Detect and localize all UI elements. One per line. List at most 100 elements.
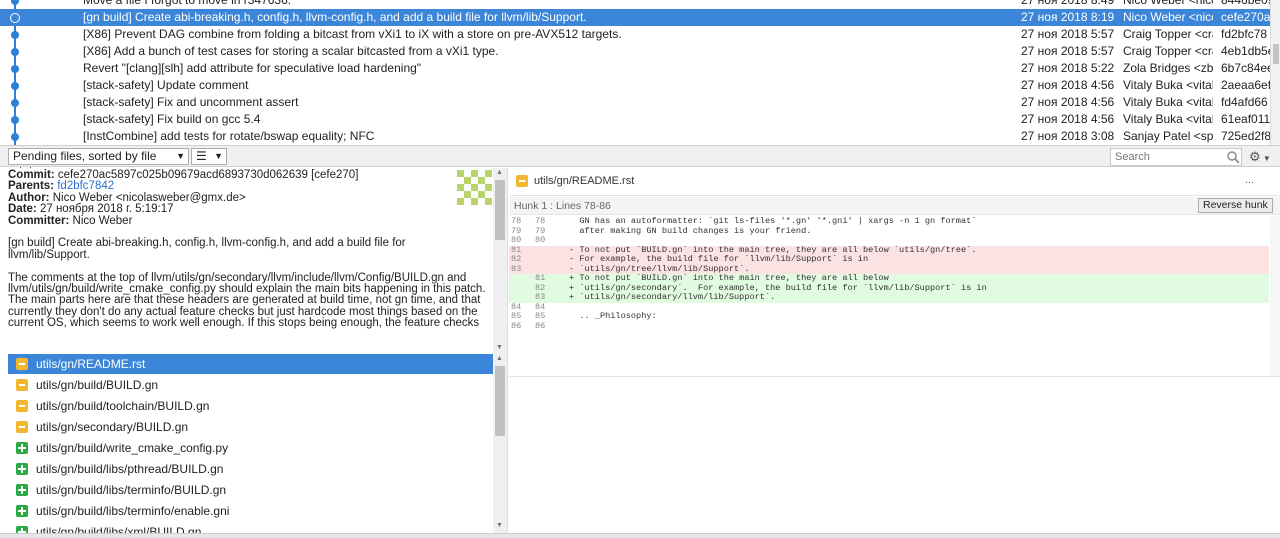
commit-graph-node <box>0 9 30 26</box>
commit-label: Commit: <box>8 169 55 181</box>
file-row[interactable]: utils/gn/build/libs/terminfo/enable.gni <box>8 501 493 521</box>
gear-icon: ⚙ <box>1249 149 1261 164</box>
file-name: utils/gn/README.rst <box>36 357 146 371</box>
file-row[interactable]: utils/gn/build/libs/terminfo/BUILD.gn <box>8 480 493 500</box>
commit-author: Sanjay Patel <spat <box>1123 129 1213 143</box>
file-row[interactable]: utils/gn/build/libs/pthread/BUILD.gn <box>8 459 493 479</box>
commit-message: [InstCombine] add tests for rotate/bswap… <box>83 129 375 143</box>
search-input[interactable] <box>1110 148 1242 166</box>
file-name: utils/gn/build/toolchain/BUILD.gn <box>36 399 210 413</box>
commit-row[interactable]: Revert "[clang][slh] add attribute for s… <box>0 60 1271 77</box>
commit-row[interactable]: [InstCombine] add tests for rotate/bswap… <box>0 128 1271 145</box>
files-scrollbar[interactable]: ▲ ▼ <box>493 354 507 538</box>
commit-date: 27 ноя 2018 4:56 <box>1021 78 1115 92</box>
commit-graph-node <box>0 111 30 128</box>
commit-graph-node <box>0 60 30 77</box>
commit-row[interactable]: [gn build] Create abi-breaking.h, config… <box>0 9 1270 26</box>
commit-log[interactable]: Move a file I forgot to move in r347636.… <box>0 0 1280 145</box>
commit-row[interactable]: [stack-safety] Update comment 27 ноя 2018… <box>0 77 1271 94</box>
commit-message: [stack-safety] Update comment <box>83 78 249 92</box>
commit-message: Move a file I forgot to move in r347636. <box>83 0 292 7</box>
committer-value: Nico Weber <box>72 214 133 227</box>
commit-dot-icon <box>11 116 19 124</box>
diff-line: 83 + `utils/gn/secondary/llvm/lib/Support… <box>509 292 1269 303</box>
diff-line: 85 85 .. _Philosophy: <box>509 311 1269 322</box>
commit-graph-node <box>0 94 30 111</box>
details-scrollbar[interactable]: ▲ ▼ <box>493 168 507 354</box>
commit-author: Craig Topper <crai <box>1123 27 1213 41</box>
commit-message: Revert "[clang][slh] add attribute for s… <box>83 61 422 75</box>
scroll-down-icon[interactable]: ▼ <box>496 522 503 529</box>
diff-line: 86 86 <box>509 321 1269 332</box>
file-row[interactable]: utils/gn/build/toolchain/BUILD.gn <box>8 396 493 416</box>
scrollbar-thumb[interactable] <box>1273 44 1279 64</box>
commit-message: [gn build] Create abi-breaking.h, config… <box>83 10 587 24</box>
settings-button[interactable]: ⚙ ▼ <box>1249 149 1275 165</box>
committer-label: Committer: <box>8 214 70 227</box>
added-file-icon <box>16 505 28 517</box>
changed-files-list[interactable]: utils/gn/README.rst utils/gn/build/BUILD.… <box>0 354 508 538</box>
hunk-header: Hunk 1 : Lines 78-86 Reverse hunk <box>509 197 1280 215</box>
file-row[interactable]: utils/gn/build/write_cmake_config.py <box>8 438 493 458</box>
commit-hash: 61eaf011 <box>1221 112 1271 126</box>
scroll-up-icon[interactable]: ▲ <box>496 169 503 176</box>
date-value: 27 ноября 2018 г. 5:19:17 <box>39 203 174 216</box>
file-row[interactable]: utils/gn/README.rst <box>8 354 493 374</box>
commit-hash: 2aeaa6ef <box>1221 78 1271 92</box>
commit-date: 27 ноя 2018 5:57 <box>1021 44 1115 58</box>
chevron-down-icon: ▼ <box>214 151 223 161</box>
diff-code: .. _Philosophy: <box>569 311 657 321</box>
diff-scrollbar[interactable] <box>1270 216 1280 376</box>
scroll-up-icon[interactable]: ▲ <box>496 355 503 362</box>
commit-date: 27 ноя 2018 5:22 <box>1021 61 1115 75</box>
commit-hash: 6b7c84ee <box>1221 61 1271 75</box>
commit-author: Vitaly Buka <vitaly <box>1123 112 1213 126</box>
modified-file-icon <box>16 358 28 370</box>
file-name: utils/gn/build/libs/pthread/BUILD.gn <box>36 462 224 476</box>
commit-row[interactable]: [X86] Add a bunch of test cases for stor… <box>0 43 1271 60</box>
diff-code: + `utils/gn/secondary/llvm/lib/Support`. <box>569 292 776 302</box>
old-line-number: 83 <box>511 263 522 274</box>
commit-dot-icon <box>11 133 19 141</box>
author-label: Author: <box>8 191 50 204</box>
commit-body: The comments at the top of llvm/utils/gn… <box>8 271 486 330</box>
commit-hash: fd4afd66 <box>1221 95 1268 109</box>
commit-author: Vitaly Buka <vitaly <box>1123 95 1213 109</box>
modified-file-icon <box>16 421 28 433</box>
hunk-title: Hunk 1 : Lines 78-86 <box>514 200 611 212</box>
file-name: utils/gn/build/libs/terminfo/BUILD.gn <box>36 483 227 497</box>
file-row[interactable]: utils/gn/secondary/BUILD.gn <box>8 417 493 437</box>
scrollbar-thumb[interactable] <box>495 180 505 240</box>
scrollbar-thumb[interactable] <box>495 366 505 436</box>
commit-row[interactable]: [stack-safety] Fix and uncomment assert 2… <box>0 94 1270 111</box>
diff-viewer: utils/gn/README.rst ... Hunk 1 : Lines 7… <box>509 168 1280 538</box>
file-name: utils/gn/build/write_cmake_config.py <box>36 441 229 455</box>
file-name: utils/gn/secondary/BUILD.gn <box>36 420 189 434</box>
commit-details-panel: Commit: cefe270ac5897c025b09679acd689373… <box>0 168 508 354</box>
view-mode-dropdown[interactable]: ☰ ▼ <box>191 148 227 165</box>
commit-date: 27 ноя 2018 4:56 <box>1021 95 1115 109</box>
commit-details: Commit: cefe270ac5897c025b09679acd689373… <box>8 169 490 330</box>
added-file-icon <box>16 484 28 496</box>
commit-hash: cefe270ac5897c025b09679acd6893730d062639… <box>57 169 359 181</box>
diff-more-button[interactable]: ... <box>1245 174 1254 186</box>
commit-row[interactable]: [stack-safety] Fix build on gcc 5.4 27 но… <box>0 111 1270 128</box>
commit-graph-node <box>0 0 30 9</box>
commit-author: Craig Topper <crai <box>1123 44 1213 58</box>
added-file-icon <box>16 463 28 475</box>
commit-row[interactable]: [X86] Prevent DAG combine from folding a… <box>0 26 1270 43</box>
commit-dot-icon <box>11 48 19 56</box>
diff-header: utils/gn/README.rst ... <box>509 168 1280 196</box>
bottom-strip <box>0 533 1280 538</box>
commit-graph-node <box>0 77 30 94</box>
commit-row[interactable]: Move a file I forgot to move in r347636.… <box>0 0 1271 9</box>
file-row[interactable]: utils/gn/build/BUILD.gn <box>8 375 493 395</box>
scroll-down-icon[interactable]: ▼ <box>496 344 503 351</box>
commit-message: [X86] Prevent DAG combine from folding a… <box>83 27 622 41</box>
author-identicon <box>457 170 492 205</box>
commit-date: 27 ноя 2018 8:19 <box>1021 10 1115 24</box>
commit-log-scrollbar[interactable] <box>1270 0 1280 145</box>
parent-link[interactable]: fd2bfc7842 <box>57 180 114 193</box>
reverse-hunk-button[interactable]: Reverse hunk <box>1198 198 1273 213</box>
file-sort-dropdown[interactable]: Pending files, sorted by file status ▼ <box>8 148 189 178</box>
